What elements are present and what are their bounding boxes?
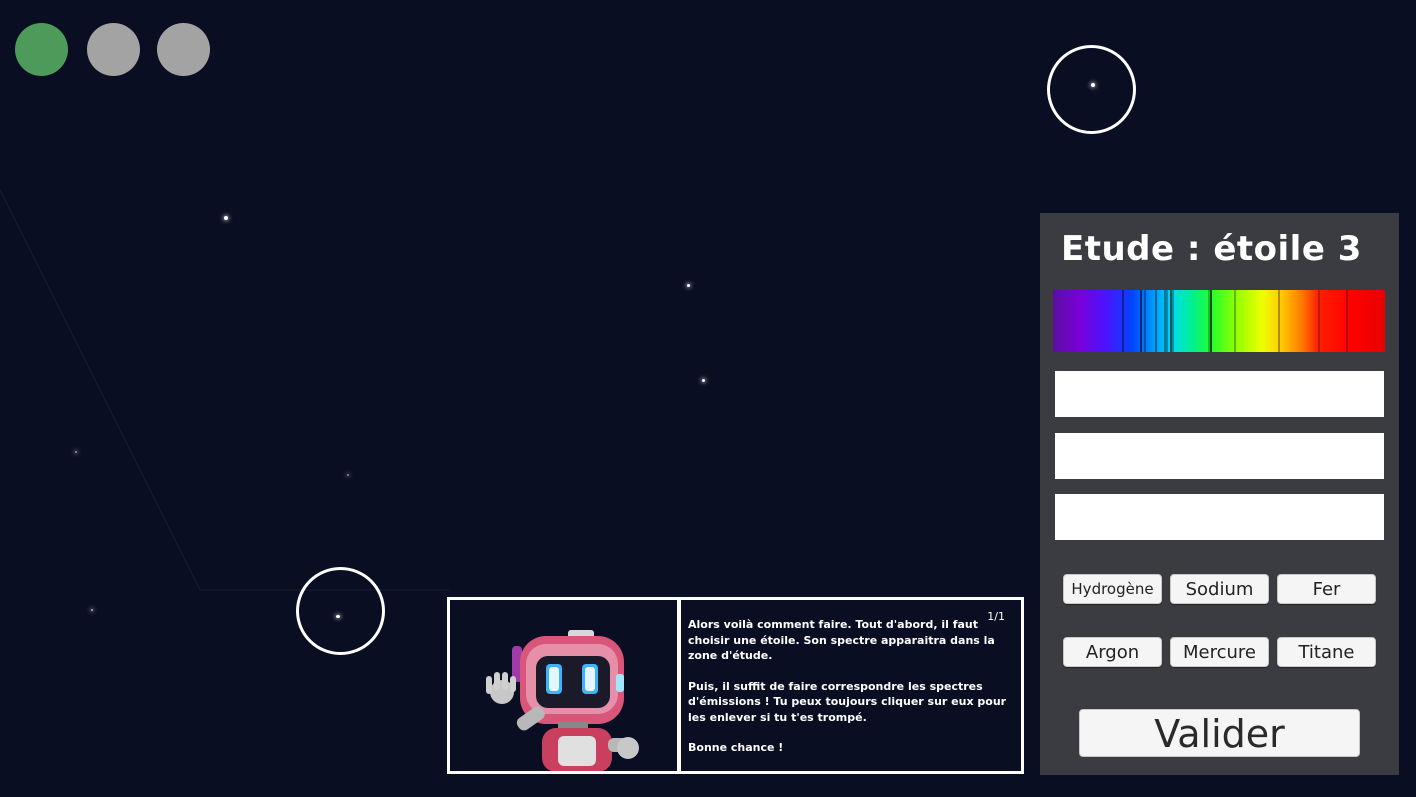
answer-slot[interactable] [1055, 494, 1384, 540]
progress-dot-pending [157, 23, 210, 76]
progress-dot-completed [15, 23, 68, 76]
star[interactable] [224, 216, 228, 220]
dialog-paragraph: Bonne chance ! [688, 741, 784, 754]
study-panel: Etude : étoile 3 Hydrogène Sodium Fer Ar… [1040, 213, 1399, 775]
star[interactable] [687, 284, 690, 287]
element-button-mercure[interactable]: Mercure [1170, 637, 1269, 667]
panel-title: Etude : étoile 3 [1061, 229, 1362, 269]
star[interactable] [702, 379, 705, 382]
validate-button[interactable]: Valider [1079, 709, 1360, 757]
progress-dot-pending [87, 23, 140, 76]
star[interactable] [347, 474, 349, 476]
selected-star-ring[interactable] [1047, 45, 1136, 134]
element-button-hydrogene[interactable]: Hydrogène [1063, 574, 1162, 604]
dialog-divider [677, 600, 681, 771]
dialog-paragraph: Puis, il suffit de faire correspondre le… [688, 679, 1007, 724]
element-button-fer[interactable]: Fer [1277, 574, 1376, 604]
tutorial-dialog: 1/1 Alors voilà comment faire. Tout d'ab… [447, 597, 1024, 774]
answer-slot[interactable] [1055, 371, 1384, 417]
element-button-titane[interactable]: Titane [1277, 637, 1376, 667]
selected-star-ring[interactable] [296, 567, 385, 655]
dialog-paragraph: Alors voilà comment faire. Tout d'abord,… [688, 618, 995, 662]
robot-mascot-icon [450, 600, 677, 771]
star[interactable] [75, 451, 77, 453]
dialog-text: Alors voilà comment faire. Tout d'abord,… [688, 617, 1013, 771]
element-button-sodium[interactable]: Sodium [1170, 574, 1269, 604]
emission-spectrum [1053, 290, 1385, 352]
element-button-argon[interactable]: Argon [1063, 637, 1162, 667]
answer-slot[interactable] [1055, 433, 1384, 479]
star[interactable] [91, 609, 93, 611]
